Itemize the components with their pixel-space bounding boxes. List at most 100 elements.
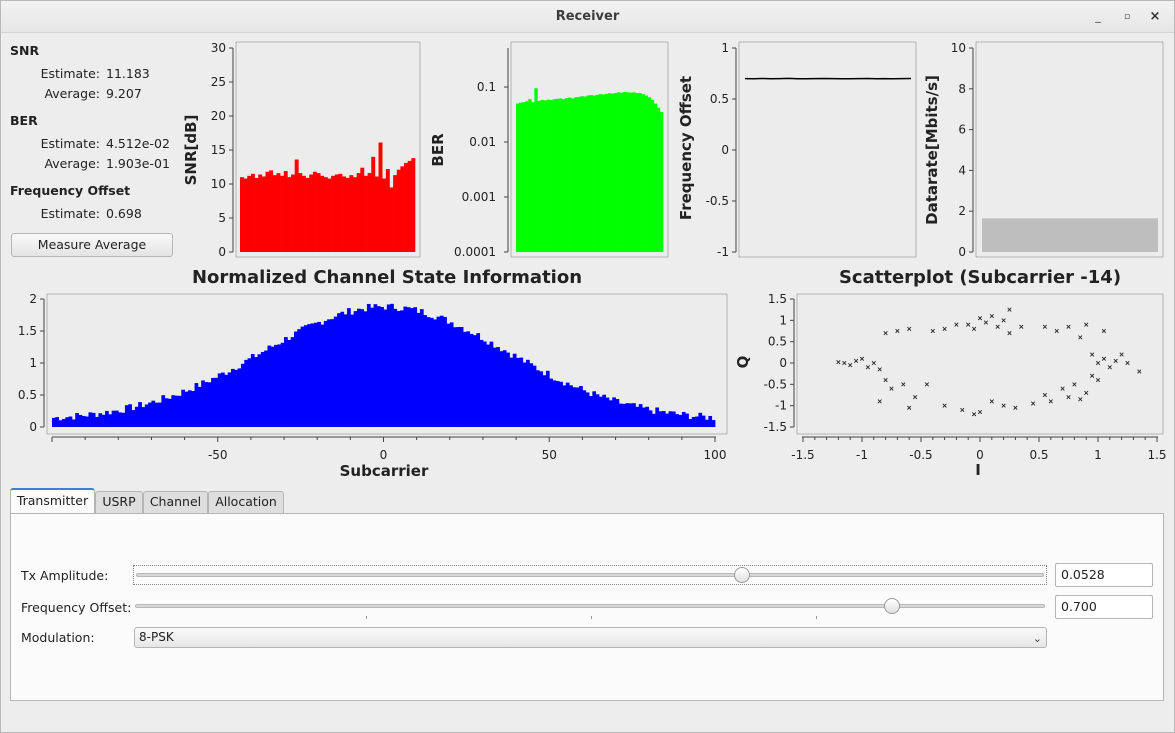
ber-bar [626, 92, 630, 252]
csi-bar [350, 314, 355, 427]
csi-bar [665, 413, 669, 427]
csi-bar [585, 392, 590, 427]
frequency-offset-spinbox[interactable]: 0.700 [1055, 595, 1153, 619]
csi-bar [177, 395, 182, 427]
scatter-x-tick-label: -1 [856, 448, 868, 462]
snr-bar [342, 176, 347, 252]
ber-y-tick-label: 0.0001 [454, 245, 496, 259]
tab-usrp[interactable]: USRP [95, 491, 143, 513]
ber-bar [635, 92, 639, 252]
csi-bar [545, 370, 550, 427]
csi-bar [373, 304, 378, 427]
csi-bar [201, 380, 205, 427]
tab-transmitter[interactable]: Transmitter [10, 488, 95, 514]
csi-bar [297, 329, 302, 427]
ber-y-tick-label: 0.001 [462, 190, 496, 204]
datarate-y-tick-label: 0 [958, 245, 966, 259]
csi-bar [506, 352, 510, 427]
csi-bar [685, 413, 689, 427]
csi-bar [628, 403, 633, 427]
csi-y-tick-label: 1.5 [18, 324, 37, 338]
csi-bar [164, 398, 169, 427]
csi-bar [240, 363, 245, 427]
csi-bar [217, 373, 222, 427]
csi-bar [492, 347, 497, 427]
ber-bar [549, 100, 554, 252]
snr-bar [400, 166, 405, 252]
tab-allocation[interactable]: Allocation [208, 491, 284, 513]
csi-bar [98, 413, 103, 427]
tx-amplitude-spinbox[interactable]: 0.0528 [1055, 563, 1153, 587]
csi-bar [535, 370, 540, 427]
csi-bar [65, 417, 69, 427]
modulation-combobox[interactable]: 8-PSK ⌄ [134, 627, 1047, 648]
ber-bar [552, 99, 557, 252]
snr-bar [407, 160, 412, 252]
csi-bar [78, 414, 83, 427]
snr-bar [312, 171, 317, 252]
ber-bar [583, 96, 587, 252]
csi-bar [211, 377, 215, 427]
snr-bar [254, 177, 259, 252]
csi-bar [356, 308, 361, 427]
snr-bar [280, 175, 285, 252]
modulation-selected-value: 8-PSK [139, 630, 174, 644]
csi-bar [509, 357, 514, 427]
csi-bar [134, 406, 139, 427]
csi-bar [615, 399, 620, 427]
ber-bar [546, 99, 550, 252]
frequency-offset-slider-track [135, 604, 1045, 608]
plots-area: 051015202530SNR[dB]0.00010.0010.010.1BER… [18, 41, 1167, 480]
csi-title: Normalized Channel State Information [192, 267, 582, 288]
csi-bar [482, 341, 487, 427]
snr-bar [258, 174, 263, 252]
csi-bar [68, 416, 73, 427]
ber-bar [577, 96, 581, 253]
snr-bar [334, 174, 339, 252]
csi-bar [111, 410, 116, 427]
snr-bar [298, 173, 303, 252]
csi-bar [151, 400, 156, 427]
scatter-y-tick-label: -1.5 [764, 420, 787, 434]
csi-bar [522, 362, 527, 427]
snr-y-axis-label: SNR[dB] [182, 115, 200, 186]
csi-bar [459, 327, 464, 427]
scatter-y-tick-label: 1.5 [768, 292, 787, 306]
csi-bar [446, 323, 451, 427]
snr-bar [309, 174, 314, 252]
ber-bar [604, 93, 609, 252]
csi-x-axis-label: Subcarrier [340, 462, 429, 480]
ber-bar [601, 94, 606, 252]
csi-bar [711, 420, 716, 427]
tab-channel[interactable]: Channel [143, 491, 208, 513]
csi-bar [645, 406, 650, 427]
csi-bar [436, 316, 441, 427]
csi-bar [366, 303, 371, 427]
frequency-offset-slider-handle[interactable] [884, 598, 901, 614]
frequency-offset-slider[interactable] [133, 597, 1047, 619]
snr-y-tick-label: 30 [211, 41, 226, 55]
ber-bar [598, 94, 603, 252]
csi-bar [396, 311, 401, 427]
tx-amplitude-slider-handle[interactable] [733, 567, 750, 583]
csi-bar [250, 354, 255, 427]
snr-bar [250, 173, 255, 252]
csi-bar [655, 407, 660, 427]
csi-bar [618, 403, 623, 427]
frequency-offset-label: Frequency Offset: [21, 600, 132, 615]
csi-bar [681, 411, 686, 427]
tx-amplitude-slider[interactable] [133, 565, 1047, 585]
csi-bar [479, 339, 484, 427]
csi-bar [529, 363, 534, 427]
scatter-x-tick-label: 1 [1094, 448, 1102, 462]
snr-bar [345, 177, 350, 252]
snr-bar [382, 178, 387, 252]
ber-bar [653, 103, 658, 253]
snr-bar [272, 175, 277, 252]
snr-y-tick-label: 20 [211, 109, 226, 123]
snr-bar [371, 156, 376, 252]
snr-bar [316, 173, 321, 252]
csi-bar [148, 402, 152, 427]
csi-bar [52, 417, 56, 427]
csi-bar [267, 345, 272, 427]
